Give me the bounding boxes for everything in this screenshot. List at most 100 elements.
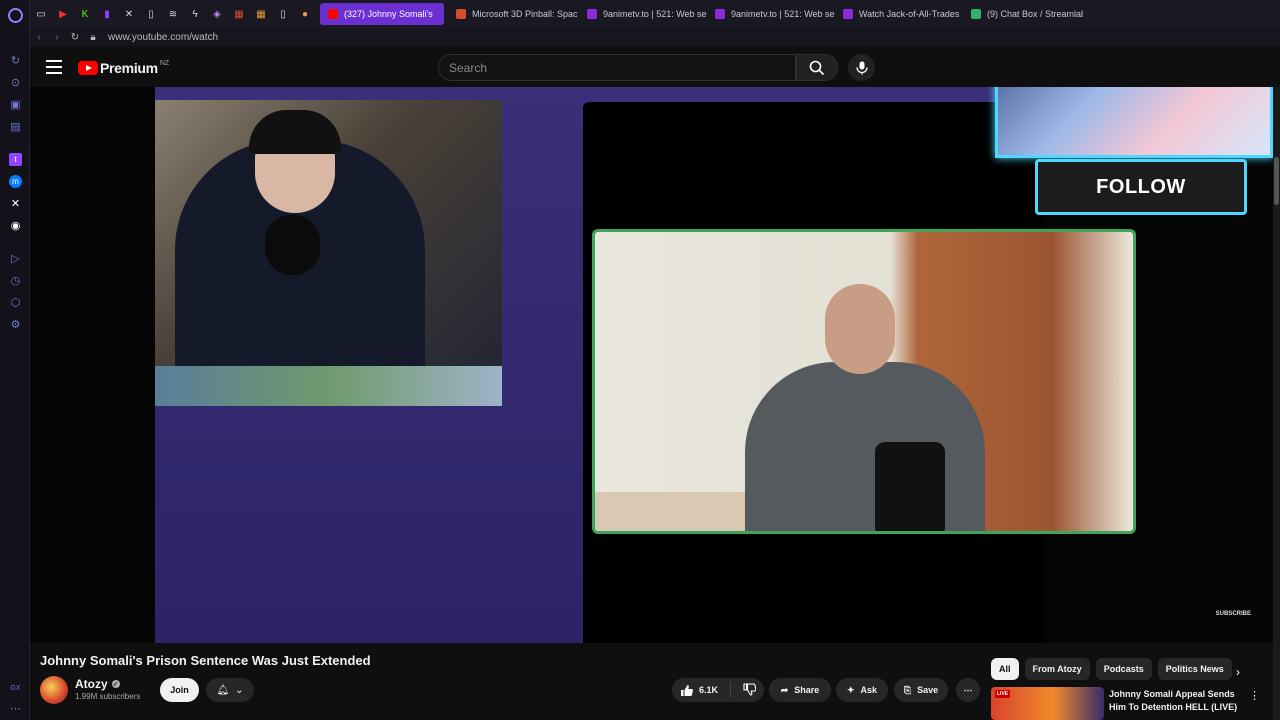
vtuber-overlay (995, 87, 1273, 158)
microphone-icon (855, 61, 868, 74)
gx-corner-icon[interactable]: ⊙ (9, 76, 22, 89)
gx-label[interactable]: GX (9, 682, 22, 695)
tab-menu-icon[interactable]: ▭ (30, 0, 52, 28)
ask-button[interactable]: ✦ Ask (836, 678, 888, 702)
sparkle-icon: ✦ (846, 684, 855, 695)
tab-pinball[interactable]: Microsoft 3D Pinball: Spac (448, 0, 579, 28)
settings-icon[interactable]: ⚙ (9, 318, 22, 331)
messenger-icon[interactable]: m (9, 175, 22, 188)
search-icon (809, 60, 825, 75)
recommended-thumbnail[interactable]: LIVE (991, 687, 1104, 720)
browser-window: ↻ ⊙ ▣ ▤ t m ✕ ◉ ▷ ◷ ⬡ ⚙ GX ⋯ ▭ ▶ K ▮ ✕ ▯… (0, 0, 1280, 720)
stream-layout (155, 87, 1136, 643)
more-icon[interactable]: ⋯ (9, 702, 22, 715)
app-tab-icon[interactable]: ◈ (206, 0, 228, 28)
page-scrollbar[interactable] (1273, 87, 1280, 720)
join-button[interactable]: Join (160, 678, 199, 702)
save-button[interactable]: ⎘ Save (894, 678, 948, 702)
pinball-favicon-icon (456, 9, 466, 19)
tab-9anime-1[interactable]: 9animetv.to | 521: Web se (579, 0, 707, 28)
related-filter-chips: All From Atozy Podcasts Politics News (991, 658, 1232, 680)
youtube-header: Premium NZ (30, 48, 1280, 88)
recommended-more-icon[interactable]: ⋮ (1249, 689, 1260, 702)
thumbs-down-icon (743, 682, 757, 696)
gx-cleaner-icon[interactable]: ▣ (9, 98, 22, 111)
subscriber-count: 1.99M subscribers (75, 692, 141, 701)
like-button[interactable]: 6.1K (680, 684, 718, 697)
speaker-icon (328, 9, 338, 19)
search-input[interactable] (439, 55, 795, 80)
tab-youtube-video[interactable]: (327) Johnny Somali's (320, 3, 444, 25)
tab-streamlabs[interactable]: (9) Chat Box / Streamlabs (963, 0, 1083, 28)
verified-icon: ✓ (111, 680, 120, 688)
follow-overlay-banner: FOLLOW (1035, 159, 1247, 215)
chevron-right-icon[interactable]: › (1236, 665, 1240, 679)
search-box (438, 54, 796, 81)
url-text[interactable]: www.youtube.com/watch (108, 32, 218, 43)
gx-news-icon[interactable]: ▤ (9, 120, 22, 133)
back-icon[interactable]: ‹ (30, 32, 48, 43)
page-tab-icon[interactable]: ▯ (272, 0, 294, 28)
subscribe-watermark[interactable]: SUBSCRIBE (1216, 611, 1251, 617)
twitch-tab-icon[interactable]: ▮ (96, 0, 118, 28)
guest-webcam (592, 229, 1136, 534)
lock-icon: 🔒︎ (90, 31, 96, 43)
opera-gx-logo-icon[interactable] (8, 8, 23, 23)
streamlabs-favicon-icon (971, 9, 981, 19)
streamer-webcam (155, 100, 502, 406)
hamburger-menu-icon[interactable] (46, 60, 62, 74)
video-title: Johnny Somali's Prison Sentence Was Just… (40, 653, 371, 668)
x-icon[interactable]: ✕ (9, 197, 22, 210)
gx-control-icon[interactable]: ↻ (9, 54, 22, 67)
like-dislike-group: 6.1K (672, 678, 764, 702)
search-button[interactable] (796, 54, 838, 81)
chevron-down-icon: ⌄ (235, 684, 244, 696)
chip-politics-news[interactable]: Politics News (1157, 658, 1232, 680)
db-tab-icon[interactable]: ≋ (162, 0, 184, 28)
bolt-tab-icon[interactable]: ϟ (184, 0, 206, 28)
game2-tab-icon[interactable]: ▦ (250, 0, 272, 28)
chip-all[interactable]: All (991, 658, 1019, 680)
chip-from-atozy[interactable]: From Atozy (1024, 658, 1090, 680)
kick-tab-icon[interactable]: K (74, 0, 96, 28)
history-icon[interactable]: ◷ (9, 274, 22, 287)
video-player[interactable]: FOLLOW SUBSCRIBE (30, 87, 1273, 643)
voice-search-button[interactable] (848, 54, 875, 81)
forward-icon[interactable]: › (48, 32, 66, 43)
gx-sidebar: ↻ ⊙ ▣ ▤ t m ✕ ◉ ▷ ◷ ⬡ ⚙ GX ⋯ (0, 0, 30, 720)
live-badge: LIVE (995, 690, 1011, 698)
channel-avatar[interactable] (40, 676, 68, 704)
more-icon: ⋯ (963, 684, 973, 695)
dislike-button[interactable] (743, 682, 757, 698)
bookmark-icon: ⎘ (903, 684, 912, 695)
scrollbar-thumb[interactable] (1274, 157, 1279, 205)
anime-favicon-icon (843, 9, 853, 19)
tab-9anime-2[interactable]: 9animetv.to | 521: Web se (707, 0, 835, 28)
recommended-video[interactable]: LIVE Johnny Somali Appeal Sends Him To D… (991, 687, 1266, 720)
bell-icon: 🔔︎ (216, 684, 230, 696)
tab-strip: ▭ ▶ K ▮ ✕ ▯ ≋ ϟ ◈ ▦ ▦ ▯ ● (327) Johnny S… (30, 0, 1280, 28)
thumbs-up-icon (680, 684, 693, 696)
x-tab-icon[interactable]: ✕ (118, 0, 140, 28)
share-button[interactable]: ➦ Share (769, 678, 831, 702)
discord-icon[interactable]: ◉ (9, 219, 22, 232)
tab-jack-of-all-trades[interactable]: Watch Jack-of-All-Trades (835, 0, 963, 28)
reload-icon[interactable]: ↻ (66, 32, 84, 43)
youtube-play-icon (78, 61, 98, 75)
extensions-icon[interactable]: ⬡ (9, 296, 22, 309)
player-icon[interactable]: ▷ (9, 252, 22, 265)
doc-tab-icon[interactable]: ▯ (140, 0, 162, 28)
notification-bell-button[interactable]: 🔔︎ ⌄ (206, 678, 254, 702)
share-icon: ➦ (780, 684, 789, 695)
more-actions-button[interactable]: ⋯ (956, 678, 980, 702)
channel-name[interactable]: Atozy ✓ (75, 677, 120, 691)
chip-podcasts[interactable]: Podcasts (1095, 658, 1152, 680)
twitch-icon[interactable]: t (9, 153, 22, 166)
anime-favicon-icon (587, 9, 597, 19)
address-bar: ‹ › ↻ 🔒︎ www.youtube.com/watch (30, 28, 1280, 46)
youtube-premium-logo[interactable]: Premium NZ (78, 60, 169, 76)
recommended-title[interactable]: Johnny Somali Appeal Sends Him To Detent… (1109, 688, 1244, 714)
circle-tab-icon[interactable]: ● (294, 0, 316, 28)
game-tab-icon[interactable]: ▦ (228, 0, 250, 28)
youtube-tab-icon[interactable]: ▶ (52, 0, 74, 28)
